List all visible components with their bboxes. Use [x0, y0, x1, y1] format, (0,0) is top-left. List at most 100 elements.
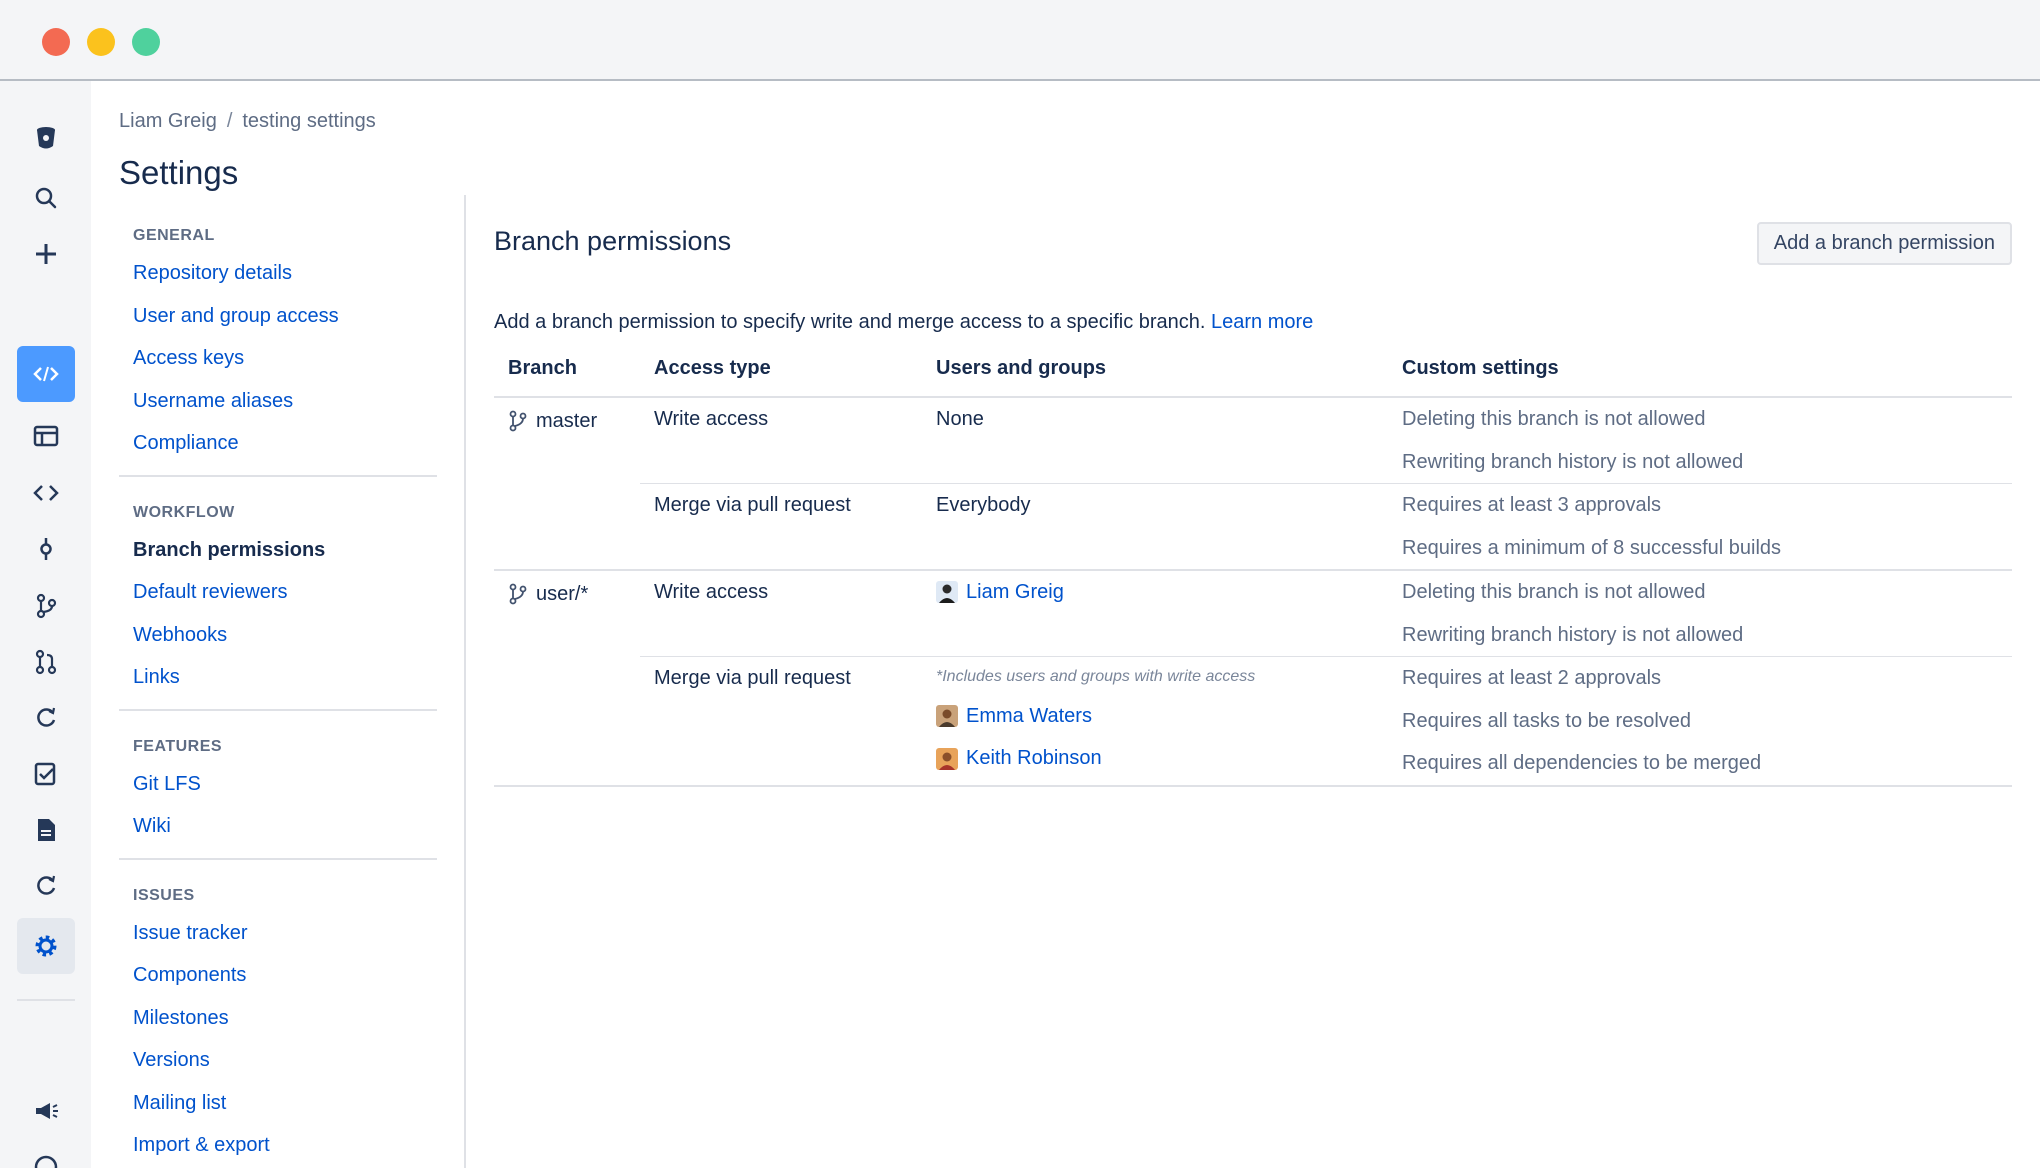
- settings-cell: Requires at least 2 approvals Requires a…: [1388, 656, 2012, 787]
- write-access-hint: *Includes users and groups with write ac…: [936, 668, 1256, 685]
- table-row[interactable]: Merge via pull request Everybody Require…: [494, 483, 2012, 571]
- users-cell: Everybody: [922, 483, 1388, 571]
- access-type: Merge via pull request: [654, 667, 851, 689]
- table-row[interactable]: Merge via pull request *Includes users a…: [494, 656, 2012, 787]
- custom-setting: Rewriting branch history is not allowed: [1402, 623, 1744, 646]
- nav-heading-features: FEATURES: [133, 737, 223, 755]
- breadcrumb-separator: /: [226, 110, 233, 132]
- nav-item-issue-tracker[interactable]: Issue tracker: [133, 912, 437, 955]
- settings-cell: Requires at least 3 approvals Requires a…: [1388, 483, 2012, 571]
- custom-setting: Requires at least 3 approvals: [1402, 494, 1662, 516]
- rail-divider: [17, 999, 75, 1001]
- nav-heading-general: GENERAL: [133, 227, 215, 244]
- nav-item-versions[interactable]: Versions: [133, 1039, 437, 1082]
- settings-cell: Deleting this branch is not allowed Rewr…: [1388, 570, 2012, 657]
- branch-label: master: [508, 398, 626, 444]
- users-value: None: [936, 408, 984, 430]
- nav-item-milestones[interactable]: Milestones: [133, 997, 437, 1040]
- search-icon[interactable]: [17, 170, 75, 226]
- nav-section-issues: ISSUES Issue tracker Components Mileston…: [119, 860, 437, 1168]
- branch-cell-master: master: [494, 397, 640, 571]
- pull-requests-icon[interactable]: [17, 634, 75, 690]
- custom-setting: Deleting this branch is not allowed: [1402, 581, 1706, 603]
- column-header-users-groups: Users and groups: [922, 357, 1388, 398]
- nav-item-branch-permissions[interactable]: Branch permissions: [133, 529, 437, 572]
- nav-heading-issues: ISSUES: [133, 886, 195, 904]
- nav-item-default-reviewers[interactable]: Default reviewers: [133, 571, 437, 614]
- users-cell: *Includes users and groups with write ac…: [922, 656, 1388, 787]
- source-code-icon[interactable]: [17, 465, 75, 521]
- source-repo-icon[interactable]: [17, 346, 75, 402]
- window-minimize-button[interactable]: [87, 28, 115, 56]
- user-name[interactable]: Liam Greig: [966, 581, 1064, 604]
- sync-icon[interactable]: [17, 858, 75, 914]
- access-type-cell: Write access: [640, 570, 922, 657]
- nav-item-components[interactable]: Components: [133, 954, 437, 997]
- users-cell: Liam Greig: [922, 570, 1388, 657]
- user-link-emma-waters[interactable]: Emma Waters: [936, 695, 1374, 738]
- user-name[interactable]: Keith Robinson: [966, 747, 1102, 770]
- nav-heading-workflow: WORKFLOW: [133, 503, 235, 521]
- nav-item-compliance[interactable]: Compliance: [133, 422, 437, 465]
- overview-icon[interactable]: [17, 408, 75, 464]
- pipelines-icon[interactable]: [17, 690, 75, 746]
- settings-gear-icon[interactable]: [17, 918, 75, 974]
- branch-permissions-table: Branch Access type Users and groups Cust…: [494, 357, 2012, 787]
- nav-item-import-export[interactable]: Import & export: [133, 1124, 437, 1167]
- user-name[interactable]: Emma Waters: [966, 705, 1092, 728]
- avatar: [936, 747, 958, 770]
- bitbucket-logo-icon[interactable]: [17, 111, 75, 167]
- column-header-custom-settings: Custom settings: [1388, 357, 2012, 398]
- subnav-divider: [464, 195, 466, 1168]
- avatar: [936, 705, 958, 728]
- nav-item-wiki[interactable]: Wiki: [133, 805, 437, 848]
- access-type: Write access: [654, 581, 769, 603]
- nav-item-access-keys[interactable]: Access keys: [133, 337, 437, 380]
- branches-icon[interactable]: [17, 578, 75, 634]
- users-value: Everybody: [936, 494, 1031, 516]
- nav-item-webhooks[interactable]: Webhooks: [133, 614, 437, 657]
- access-type-cell: Merge via pull request: [640, 483, 922, 571]
- user-link-liam-greig[interactable]: Liam Greig: [936, 571, 1374, 614]
- announcements-megaphone-icon[interactable]: [17, 1083, 75, 1139]
- downloads-file-icon[interactable]: [17, 802, 75, 858]
- branch-cell-user: user/*: [494, 570, 640, 787]
- user-link-keith-robinson[interactable]: Keith Robinson: [936, 738, 1374, 781]
- description-text: Add a branch permission to specify write…: [494, 311, 1206, 333]
- nav-item-git-lfs[interactable]: Git LFS: [133, 763, 437, 806]
- panel-header: Branch permissions Add a branch permissi…: [494, 200, 2012, 290]
- window-titlebar: [0, 0, 2040, 81]
- learn-more-link[interactable]: Learn more: [1211, 311, 1313, 333]
- access-type-cell: Merge via pull request: [640, 656, 922, 787]
- table-row[interactable]: user/* Write access Liam Greig Deleting …: [494, 570, 2012, 787]
- custom-setting: Requires all dependencies to be merged: [1402, 752, 1762, 774]
- custom-setting: Requires a minimum of 8 successful build…: [1402, 536, 1782, 559]
- access-type: Merge via pull request: [654, 494, 851, 516]
- deployments-icon[interactable]: [17, 746, 75, 802]
- nav-item-user-group-access[interactable]: User and group access: [133, 295, 437, 338]
- nav-section-workflow: WORKFLOW Branch permissions Default revi…: [119, 477, 437, 711]
- panel-description: Add a branch permission to specify write…: [494, 305, 2012, 339]
- panel-title: Branch permissions: [494, 226, 732, 256]
- nav-section-features: FEATURES Git LFS Wiki: [119, 711, 437, 860]
- settings-cell: Deleting this branch is not allowed Rewr…: [1388, 397, 2012, 484]
- branch-icon: [509, 583, 527, 605]
- breadcrumb: Liam Greig / testing settings: [119, 110, 376, 133]
- nav-item-links[interactable]: Links: [133, 656, 437, 699]
- window-close-button[interactable]: [42, 28, 70, 56]
- help-icon[interactable]: [17, 1139, 75, 1168]
- create-plus-icon[interactable]: [17, 226, 75, 282]
- breadcrumb-owner-link[interactable]: Liam Greig: [119, 110, 217, 132]
- breadcrumb-repo-link[interactable]: testing settings: [242, 110, 375, 132]
- window-zoom-button[interactable]: [132, 28, 160, 56]
- users-cell: None: [922, 397, 1388, 484]
- branch-name: user/*: [536, 582, 589, 605]
- add-branch-permission-button[interactable]: Add a branch permission: [1756, 222, 2012, 265]
- commits-icon[interactable]: [17, 521, 75, 577]
- table-row[interactable]: master Write access None Deleting this b…: [494, 397, 2012, 571]
- branch-icon: [509, 410, 527, 432]
- nav-item-mailing-list[interactable]: Mailing list: [133, 1082, 437, 1125]
- custom-setting: Rewriting branch history is not allowed: [1402, 450, 1744, 473]
- nav-item-username-aliases[interactable]: Username aliases: [133, 380, 437, 423]
- nav-item-repository-details[interactable]: Repository details: [133, 252, 437, 295]
